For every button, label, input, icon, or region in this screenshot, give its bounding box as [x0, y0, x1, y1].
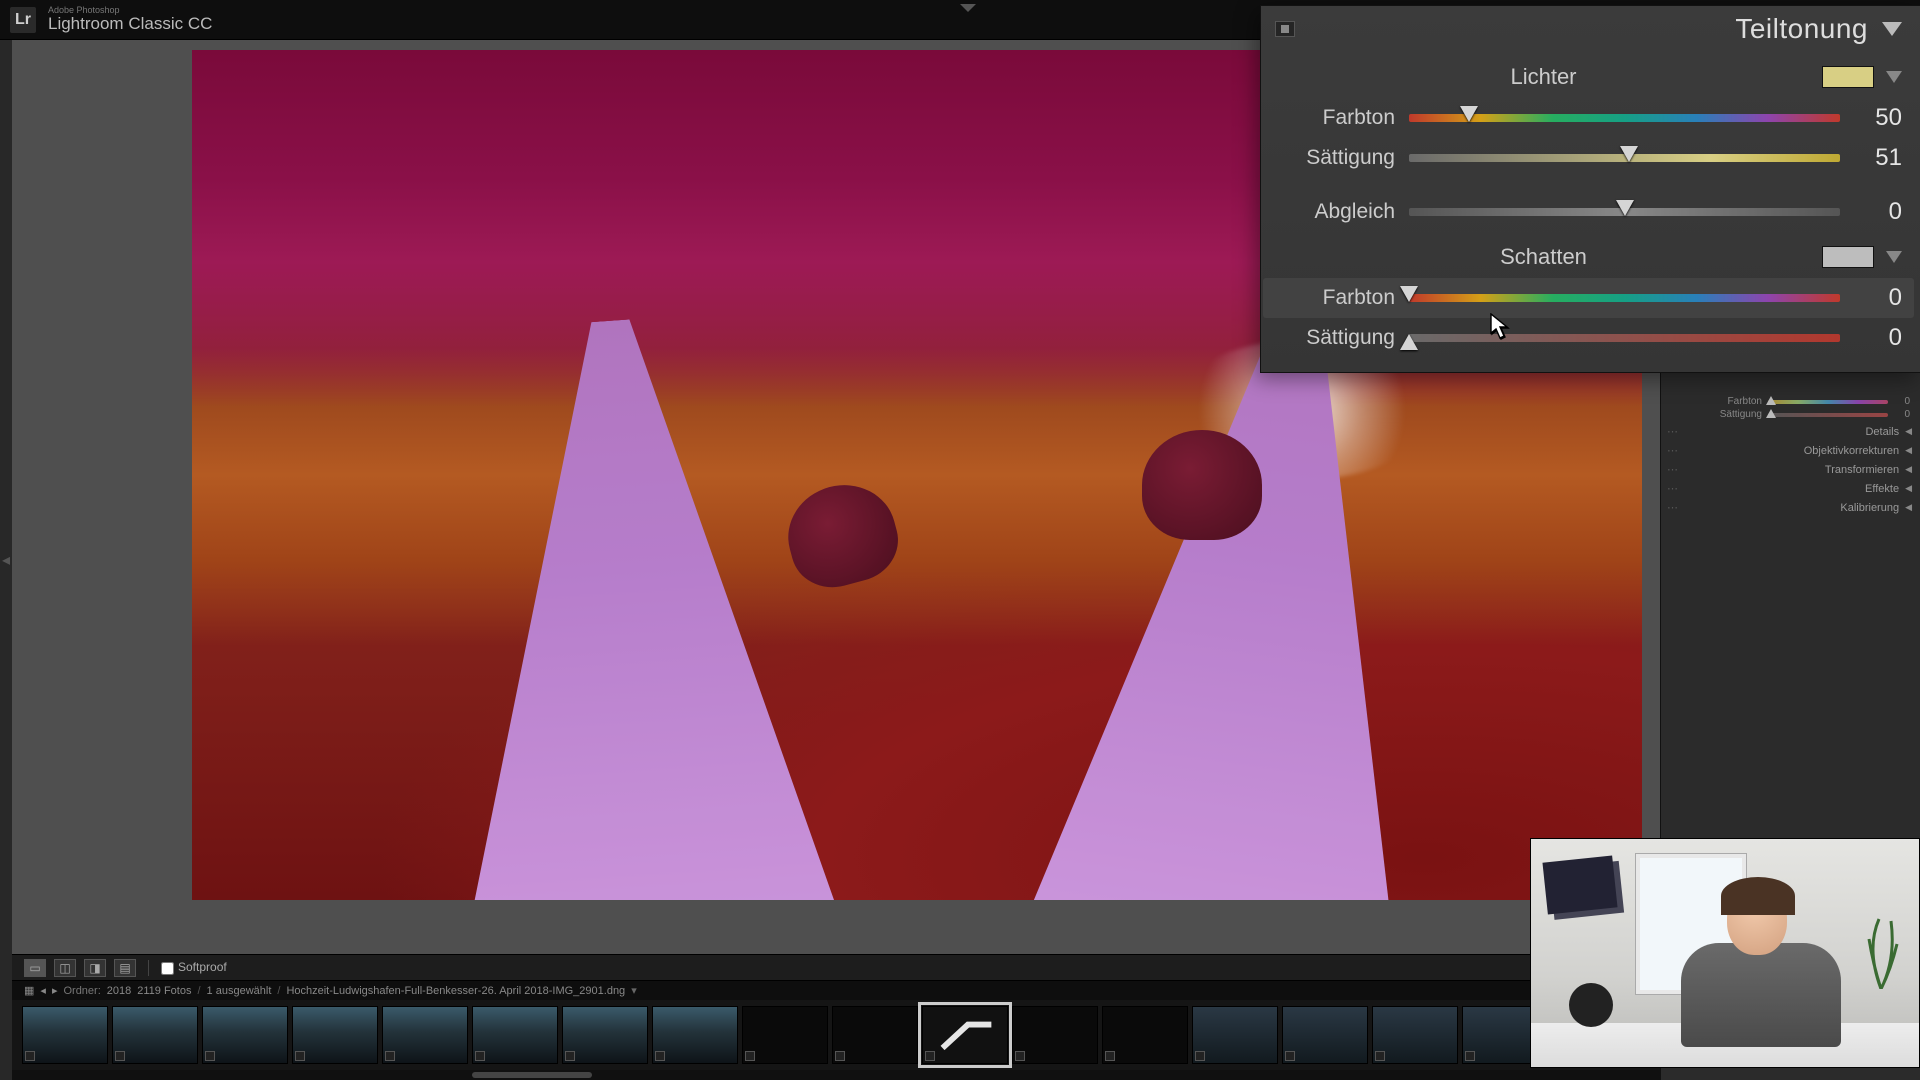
preview-region — [421, 308, 843, 900]
panel-section-effekte[interactable]: ⋯Effekte◀ — [1661, 479, 1920, 498]
filmstrip-thumb[interactable] — [112, 1006, 198, 1064]
filmstrip-thumb[interactable] — [292, 1006, 378, 1064]
filmstrip-thumb[interactable] — [472, 1006, 558, 1064]
balance-label: Abgleich — [1275, 200, 1395, 224]
panel-title[interactable]: Teiltonung — [1735, 13, 1868, 45]
view-mode-before-after[interactable]: ◨ — [84, 959, 106, 977]
filmstrip-thumb[interactable] — [1012, 1006, 1098, 1064]
filmstrip-thumb[interactable] — [1282, 1006, 1368, 1064]
shadows-hue-value[interactable]: 0 — [1854, 284, 1902, 312]
split-toning-panel: Teiltonung Lichter Farbton 50 Sättigung … — [1260, 5, 1920, 373]
webcam-overlay — [1530, 838, 1920, 1068]
view-mode-survey[interactable]: ▤ — [114, 959, 136, 977]
current-filename: Hochzeit-Ludwigshafen-Full-Benkesser-26.… — [286, 985, 625, 997]
filmstrip-thumb[interactable] — [652, 1006, 738, 1064]
toolbar: ▭ ◫ ◨ ▤ Softproof — [12, 954, 1660, 980]
shadows-sat-label: Sättigung — [1275, 326, 1395, 350]
panel-section-details[interactable]: ⋯Details◀ — [1661, 422, 1920, 441]
folder-name[interactable]: 2018 — [107, 985, 131, 997]
mini-shadow-sat-row: Sättigung 0 — [1661, 409, 1920, 422]
filmstrip-thumb[interactable] — [382, 1006, 468, 1064]
filmstrip-thumb[interactable] — [1102, 1006, 1188, 1064]
highlights-swatch[interactable] — [1822, 66, 1874, 88]
nav-prev-icon[interactable]: ◂ — [40, 984, 46, 997]
panel-collapse-icon[interactable] — [1882, 22, 1902, 36]
shadows-sat-value[interactable]: 0 — [1854, 324, 1902, 352]
selected-count: 1 ausgewählt — [207, 985, 272, 997]
highlights-hue-slider[interactable] — [1409, 114, 1840, 122]
mini-hue-value[interactable]: 0 — [1894, 396, 1910, 407]
filmstrip-scrollbar[interactable] — [12, 1070, 1660, 1080]
panel-section-kalibrierung[interactable]: ⋯Kalibrierung◀ — [1661, 498, 1920, 517]
filmstrip-thumb[interactable] — [1372, 1006, 1458, 1064]
panel-enable-toggle[interactable] — [1275, 21, 1295, 37]
filmstrip-thumb[interactable] — [202, 1006, 288, 1064]
grid-icon[interactable]: ▦ — [24, 984, 34, 997]
mouse-cursor — [1490, 313, 1510, 341]
mini-hue-slider[interactable] — [1768, 400, 1888, 404]
folder-label: Ordner: — [63, 985, 100, 997]
panel-section-objektivkorrekturen[interactable]: ⋯Objektivkorrekturen◀ — [1661, 441, 1920, 460]
view-mode-compare[interactable]: ◫ — [54, 959, 76, 977]
highlights-sat-label: Sättigung — [1275, 146, 1395, 170]
preview-region — [777, 473, 907, 597]
panel-section-transformieren[interactable]: ⋯Transformieren◀ — [1661, 460, 1920, 479]
highlights-hue-value[interactable]: 50 — [1854, 104, 1902, 132]
filmstrip-thumb[interactable] — [742, 1006, 828, 1064]
balance-value[interactable]: 0 — [1854, 198, 1902, 226]
balance-slider[interactable] — [1409, 208, 1840, 216]
highlights-picker-icon[interactable] — [1886, 71, 1902, 83]
mini-sat-slider[interactable] — [1768, 413, 1888, 417]
shadows-swatch[interactable] — [1822, 246, 1874, 268]
filmstrip[interactable] — [12, 1000, 1660, 1070]
photo-count: 2119 Fotos — [137, 985, 191, 997]
filmstrip-thumb[interactable] — [832, 1006, 918, 1064]
shadows-picker-icon[interactable] — [1886, 251, 1902, 263]
shadows-heading: Schatten — [1275, 244, 1812, 270]
top-flyout-handle[interactable] — [960, 4, 976, 12]
nav-next-icon[interactable]: ▸ — [52, 984, 58, 997]
mini-sat-label: Sättigung — [1720, 409, 1762, 420]
app-logo: Lr — [10, 7, 36, 33]
shadows-sat-slider[interactable] — [1409, 334, 1840, 342]
preview-region — [1142, 430, 1262, 540]
highlights-hue-label: Farbton — [1275, 106, 1395, 130]
shadows-hue-slider[interactable] — [1409, 294, 1840, 302]
softproof-toggle[interactable]: Softproof — [161, 960, 227, 974]
filmstrip-thumb[interactable] — [922, 1006, 1008, 1064]
left-panel-collapse[interactable]: ◂ — [0, 40, 12, 1080]
highlights-heading: Lichter — [1275, 64, 1812, 90]
filmstrip-thumb[interactable] — [1192, 1006, 1278, 1064]
filmstrip-thumb[interactable] — [562, 1006, 648, 1064]
mini-shadow-hue-row: Farbton 0 — [1661, 390, 1920, 409]
app-name: Lightroom Classic CC — [48, 15, 212, 33]
view-mode-loupe[interactable]: ▭ — [24, 959, 46, 977]
filmstrip-thumb[interactable] — [22, 1006, 108, 1064]
softproof-label: Softproof — [178, 960, 227, 974]
highlights-sat-slider[interactable] — [1409, 154, 1840, 162]
shadows-hue-label: Farbton — [1275, 286, 1395, 310]
mini-hue-label: Farbton — [1728, 396, 1762, 407]
highlights-sat-value[interactable]: 51 — [1854, 144, 1902, 172]
mini-sat-value[interactable]: 0 — [1894, 409, 1910, 420]
